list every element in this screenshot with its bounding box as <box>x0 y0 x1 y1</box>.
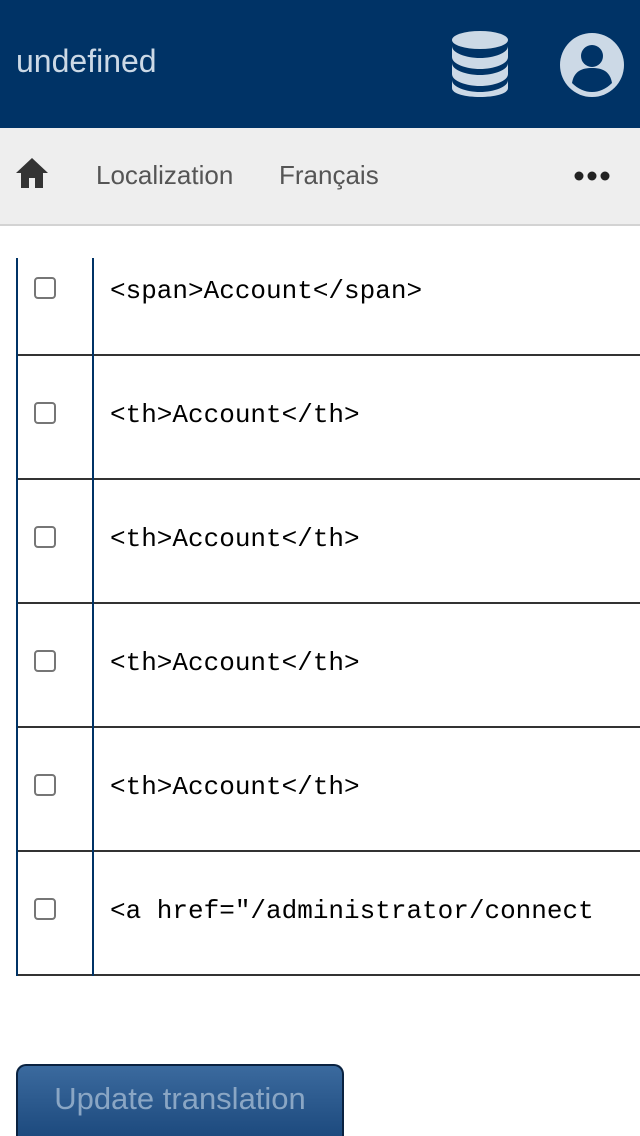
table-row: <th>Account</th> <box>16 356 640 480</box>
table-row: <th>Account</th> <box>16 604 640 728</box>
source-text: <a href="/administrator/connect <box>110 896 594 926</box>
source-text: <th>Account</th> <box>110 772 360 802</box>
source-text: <span>Account</span> <box>110 276 423 306</box>
row-checkbox[interactable] <box>34 650 56 672</box>
update-translation-button[interactable]: Update translation <box>16 1064 344 1136</box>
row-checkbox[interactable] <box>34 402 56 424</box>
row-checkbox[interactable] <box>34 526 56 548</box>
home-icon[interactable] <box>14 156 50 190</box>
row-checkbox[interactable] <box>34 898 56 920</box>
table-row: <th>Account</th> <box>16 480 640 604</box>
source-text: <th>Account</th> <box>110 400 360 430</box>
source-text: <th>Account</th> <box>110 648 360 678</box>
user-icon[interactable] <box>558 31 626 99</box>
row-checkbox[interactable] <box>34 774 56 796</box>
database-icon[interactable] <box>448 30 512 98</box>
table-row: <th>Account</th> <box>16 728 640 852</box>
source-text: <th>Account</th> <box>110 524 360 554</box>
app-title: undefined <box>16 43 157 79</box>
column-divider <box>92 258 94 976</box>
more-icon[interactable] <box>572 166 612 186</box>
row-checkbox[interactable] <box>34 277 56 299</box>
table-row: <span>Account</span> <box>16 258 640 356</box>
breadcrumb-item-francais[interactable]: Français <box>279 158 379 192</box>
table-row: <a href="/administrator/connect <box>16 852 640 976</box>
table-left-border <box>16 258 18 976</box>
breadcrumb-item-localization[interactable]: Localization <box>96 158 233 192</box>
